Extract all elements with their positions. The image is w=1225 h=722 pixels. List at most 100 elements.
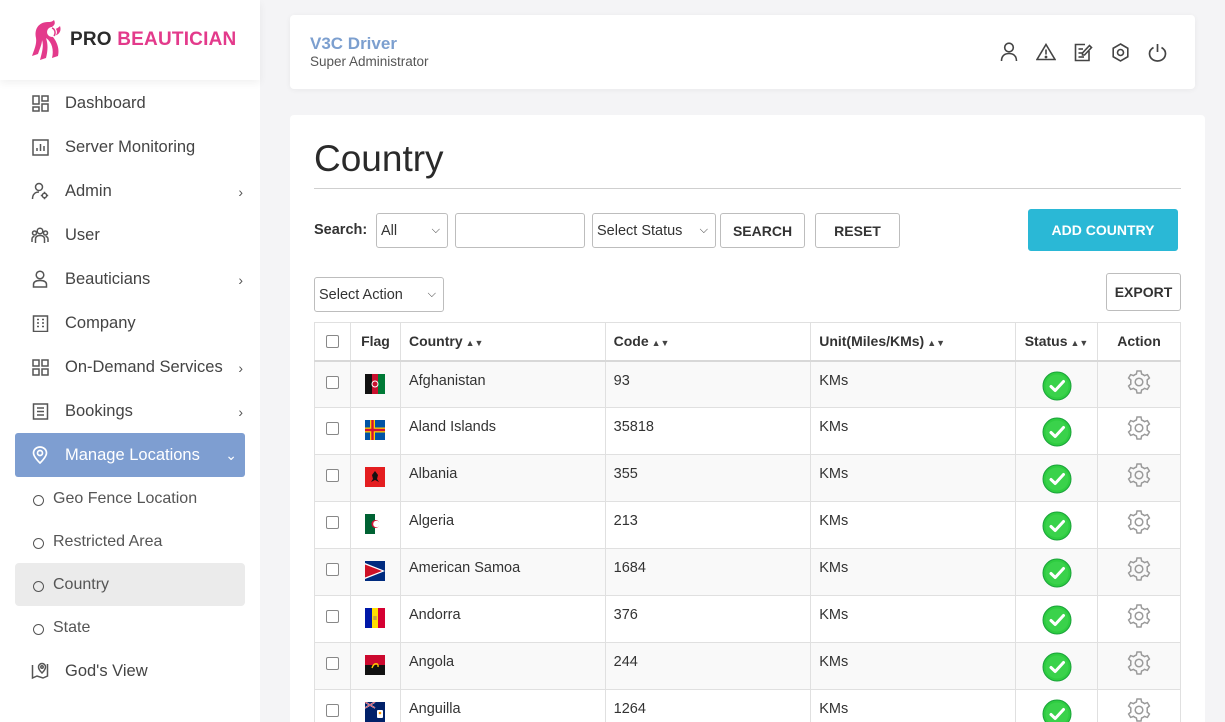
brand-logo[interactable]: PRO BEAUTICIAN bbox=[0, 0, 260, 80]
gear-icon[interactable] bbox=[1126, 415, 1152, 445]
code-cell: 213 bbox=[604, 501, 812, 549]
status-active-check-icon[interactable] bbox=[1042, 464, 1072, 498]
settings-icon[interactable] bbox=[1110, 41, 1130, 63]
sidebar-item-bookings[interactable]: Bookings › bbox=[15, 389, 245, 433]
status-cell bbox=[1015, 642, 1099, 690]
row-checkbox[interactable] bbox=[325, 657, 339, 670]
reset-button[interactable]: RESET bbox=[815, 213, 900, 248]
gear-icon[interactable] bbox=[1126, 556, 1152, 586]
sidebar-item-manage-locations[interactable]: Manage Locations ⌄ bbox=[15, 433, 245, 477]
row-checkbox[interactable] bbox=[325, 704, 339, 717]
sidebar-item-gods-view[interactable]: God's View bbox=[15, 649, 245, 693]
status-active-check-icon[interactable] bbox=[1042, 511, 1072, 545]
status-cell bbox=[1015, 689, 1099, 722]
row-checkbox[interactable] bbox=[325, 563, 339, 576]
search-field-select-value: All bbox=[381, 222, 398, 239]
table-row: Andorra 376 KMs bbox=[314, 595, 1181, 643]
search-input[interactable] bbox=[455, 213, 585, 248]
row-checkbox[interactable] bbox=[325, 375, 339, 389]
country-flag-icon bbox=[365, 561, 386, 581]
gear-icon[interactable] bbox=[1126, 369, 1152, 399]
table-row: American Samoa 1684 KMs bbox=[314, 548, 1181, 596]
status-active-check-icon[interactable] bbox=[1042, 371, 1072, 405]
row-checkbox[interactable] bbox=[325, 422, 339, 435]
bulk-action-select[interactable]: Select Action ⌵ bbox=[314, 277, 444, 312]
status-cell bbox=[1015, 501, 1099, 549]
power-icon[interactable] bbox=[1147, 41, 1167, 63]
gear-icon[interactable] bbox=[1126, 462, 1152, 492]
sidebar-subitem-country[interactable]: Country bbox=[15, 563, 245, 606]
gear-icon[interactable] bbox=[1126, 697, 1152, 722]
sidebar-item-beauticians[interactable]: Beauticians › bbox=[15, 257, 245, 301]
select-all-checkbox[interactable] bbox=[325, 334, 339, 348]
column-header-code[interactable]: Code ▲▼ bbox=[604, 322, 812, 362]
title-divider bbox=[314, 188, 1181, 189]
status-cell bbox=[1015, 360, 1099, 408]
warning-icon[interactable] bbox=[1036, 41, 1056, 63]
sidebar-item-user[interactable]: User bbox=[15, 213, 245, 257]
sidebar-item-company[interactable]: Company bbox=[15, 301, 245, 345]
header-user-name: V3C Driver bbox=[310, 34, 397, 53]
status-active-check-icon[interactable] bbox=[1042, 605, 1072, 639]
row-checkbox[interactable] bbox=[325, 610, 339, 623]
search-field-select[interactable]: All ⌵ bbox=[376, 213, 448, 248]
row-select-cell bbox=[314, 501, 351, 549]
users-icon bbox=[31, 226, 49, 244]
column-header-status[interactable]: Status ▲▼ bbox=[1015, 322, 1099, 362]
status-active-check-icon[interactable] bbox=[1042, 558, 1072, 592]
row-select-cell bbox=[314, 407, 351, 455]
export-button[interactable]: EXPORT bbox=[1106, 273, 1181, 311]
country-cell: Andorra bbox=[399, 595, 606, 643]
action-cell bbox=[1097, 407, 1181, 455]
code-cell: 35818 bbox=[604, 407, 812, 455]
row-select-cell bbox=[314, 360, 351, 408]
action-cell bbox=[1097, 360, 1181, 408]
row-checkbox[interactable] bbox=[325, 516, 339, 529]
code-cell: 1684 bbox=[604, 548, 812, 596]
column-header-label: Status bbox=[1024, 333, 1068, 350]
column-header-label: Action bbox=[1117, 333, 1161, 350]
sidebar-item-admin[interactable]: Admin › bbox=[15, 169, 245, 213]
sidebar-subitem-geo-fence-location[interactable]: Geo Fence Location bbox=[15, 477, 245, 520]
unit-cell: KMs bbox=[810, 360, 1017, 408]
flag-cell bbox=[349, 642, 401, 690]
gear-icon[interactable] bbox=[1126, 509, 1152, 539]
sidebar-item-label: On-Demand Services bbox=[65, 357, 223, 376]
country-flag-icon bbox=[365, 608, 386, 628]
profile-icon[interactable] bbox=[999, 41, 1019, 63]
chevron-right-icon: › bbox=[238, 360, 243, 376]
status-select[interactable]: Select Status ⌵ bbox=[592, 213, 716, 248]
edit-note-icon[interactable] bbox=[1073, 41, 1093, 63]
brand-beautician: BEAUTICIAN bbox=[117, 29, 237, 50]
country-flag-icon bbox=[365, 655, 386, 675]
status-cell bbox=[1015, 454, 1099, 502]
gear-icon[interactable] bbox=[1126, 603, 1152, 633]
code-cell: 93 bbox=[604, 360, 812, 408]
chevron-right-icon: › bbox=[238, 272, 243, 288]
flag-cell bbox=[349, 548, 401, 596]
add-country-button[interactable]: ADD COUNTRY bbox=[1028, 209, 1178, 251]
column-header-label: Country bbox=[408, 333, 463, 350]
sidebar-item-dashboard[interactable]: Dashboard bbox=[15, 81, 245, 125]
select-all-header bbox=[314, 322, 351, 362]
search-label: Search: bbox=[314, 222, 368, 238]
status-active-check-icon[interactable] bbox=[1042, 417, 1072, 451]
code-cell: 1264 bbox=[604, 689, 812, 722]
column-header-country[interactable]: Country ▲▼ bbox=[399, 322, 606, 362]
status-active-check-icon[interactable] bbox=[1042, 652, 1072, 686]
column-header-action: Action bbox=[1097, 322, 1181, 362]
gear-icon[interactable] bbox=[1126, 650, 1152, 680]
search-button[interactable]: SEARCH bbox=[720, 213, 805, 248]
table-row: Angola 244 KMs bbox=[314, 642, 1181, 690]
sidebar-item-on-demand-services[interactable]: On-Demand Services › bbox=[15, 345, 245, 389]
sidebar-subitem-restricted-area[interactable]: Restricted Area bbox=[15, 520, 245, 563]
column-header-unit[interactable]: Unit(Miles/KMs) ▲▼ bbox=[810, 322, 1017, 362]
status-active-check-icon[interactable] bbox=[1042, 699, 1072, 722]
sort-icon: ▲▼ bbox=[465, 338, 484, 349]
column-header-label: Flag bbox=[361, 333, 390, 350]
chevron-down-icon: ⌄ bbox=[225, 447, 237, 463]
row-checkbox[interactable] bbox=[325, 469, 339, 482]
chevron-down-icon: ⌵ bbox=[427, 288, 436, 300]
sidebar-item-server-monitoring[interactable]: Server Monitoring bbox=[15, 125, 245, 169]
sidebar-subitem-state[interactable]: State bbox=[15, 606, 245, 649]
